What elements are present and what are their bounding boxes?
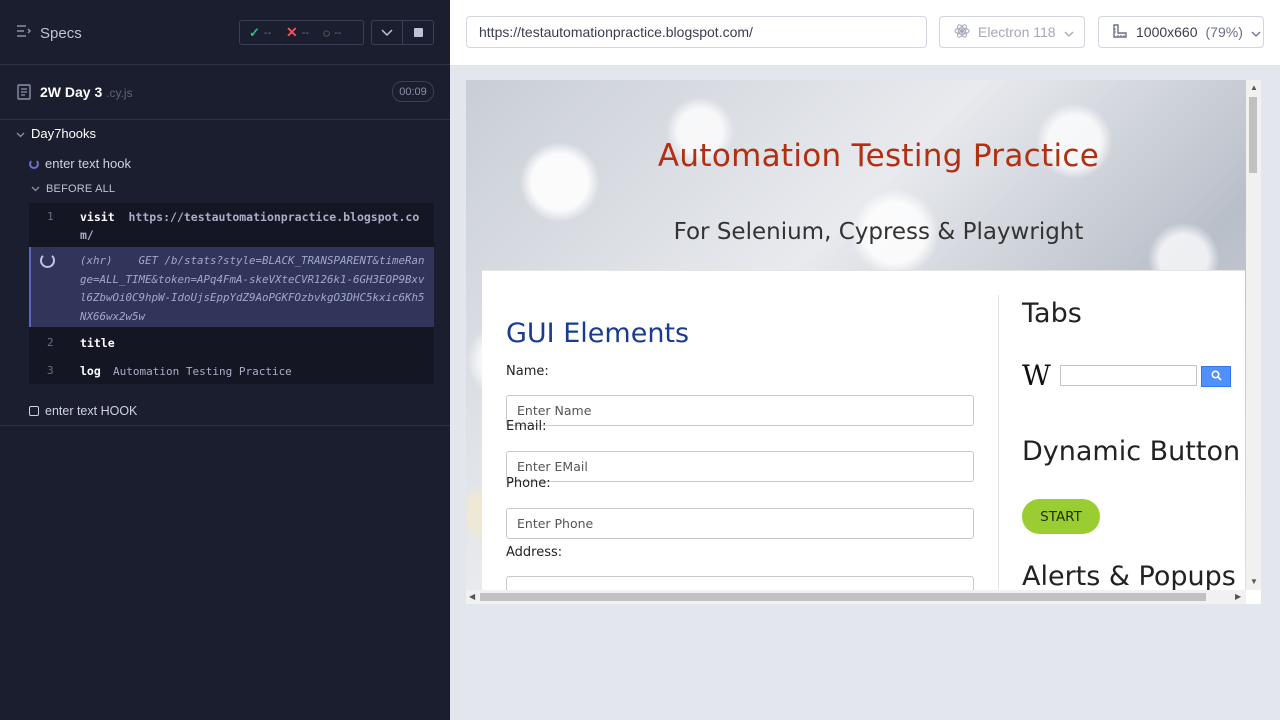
phone-input[interactable]: Enter Phone [506,508,974,539]
phone-label: Phone: [506,476,551,491]
browser-selector[interactable]: Electron 118 [939,16,1085,48]
electron-icon [954,23,970,42]
divider [0,425,450,426]
scroll-right-icon[interactable]: ▶ [1235,592,1241,601]
name-label: Name: [506,364,549,379]
suite-title[interactable]: Day7hooks [16,126,96,141]
vertical-scrollbar[interactable]: ▲ ▼ [1246,80,1261,590]
specs-button[interactable]: Specs [16,22,82,44]
xhr-type: (xhr) [80,254,113,267]
wikipedia-search-input[interactable] [1060,365,1197,386]
zoom-level: (79%) [1205,24,1243,40]
document-icon [17,84,31,105]
chevron-down-icon [381,24,393,42]
test-stats: ✓ -- ✕ -- ◌ -- [239,20,364,45]
site-title: Automation Testing Practice [657,138,1100,174]
xhr-message: GET /b/stats?style=BLACK_TRANSPARENT&tim… [80,254,425,323]
chevron-down-icon [16,126,25,141]
column-divider [998,295,999,604]
app-under-test: https://testautomationpractice.blogspot.… [450,0,1280,720]
aut-toolbar: https://testautomationpractice.blogspot.… [450,0,1280,65]
scroll-down-icon[interactable]: ▼ [1250,577,1258,586]
reporter-header: Specs ✓ -- ✕ -- ◌ -- [0,0,450,65]
ruler-icon [1112,23,1128,42]
viewport-selector[interactable]: 1000x660 (79%) [1098,16,1264,48]
hook-header[interactable]: BEFORE ALL [31,183,115,195]
collapse-button[interactable] [372,21,402,44]
dynamic-button-heading: Dynamic Button [1022,436,1241,467]
stop-button[interactable] [402,21,433,44]
wikipedia-search-button[interactable] [1201,366,1231,387]
chevron-down-icon [1251,24,1261,40]
command-name: title [80,336,115,350]
vertical-scroll-thumb[interactable] [1249,97,1257,173]
command-message: Automation Testing Practice [113,365,292,378]
spec-title: 2W Day 3 .cy.js [40,84,133,100]
passed-stat: ✓ -- [249,24,272,40]
viewport-size: 1000x660 [1136,24,1198,40]
email-label: Email: [506,419,547,434]
scroll-left-icon[interactable]: ◀ [469,592,475,601]
browser-label: Electron 118 [978,24,1056,40]
alerts-heading: Alerts & Popups [1022,561,1236,592]
search-icon [1210,368,1222,386]
test-item-pending[interactable]: enter text HOOK [29,404,137,418]
command-visit[interactable]: 1 visit https://testautomationpractice.b… [29,203,434,247]
x-icon: ✕ [286,24,298,40]
pending-stat: ◌ -- [323,25,342,40]
spec-header: 2W Day 3 .cy.js 00:09 [0,65,450,120]
test-item-running[interactable]: enter text hook [29,156,131,171]
specs-label: Specs [40,24,82,42]
tabs-heading: Tabs [1022,298,1082,329]
command-xhr[interactable]: (xhr) GET /b/stats?style=BLACK_TRANSPARE… [29,247,434,327]
command-message: https://testautomationpractice.blogspot.… [80,210,420,242]
command-log-entry[interactable]: 3 log Automation Testing Practice [29,360,434,382]
stop-icon [413,28,423,37]
command-name: log [80,364,101,378]
command-number: 1 [47,210,54,223]
spec-duration: 00:09 [392,81,434,102]
wikipedia-logo: W [1022,359,1051,392]
page-content: GUI Elements Name: Enter Name Email: Ent… [482,270,1245,604]
name-input[interactable]: Enter Name [506,395,974,426]
aut-iframe: Automation Testing Practice For Selenium… [466,80,1261,604]
email-input[interactable]: Enter EMail [506,451,974,482]
command-log: 1 visit https://testautomationpractice.b… [29,203,434,384]
url-field[interactable]: https://testautomationpractice.blogspot.… [466,16,927,48]
horizontal-scroll-thumb[interactable] [480,593,1206,601]
check-icon: ✓ [249,24,260,40]
command-name: visit [80,210,115,224]
address-label: Address: [506,545,563,560]
command-title[interactable]: 2 title [29,332,434,354]
running-spinner-icon [29,158,39,169]
gui-elements-heading: GUI Elements [506,318,690,349]
start-button[interactable]: START [1022,499,1100,534]
menu-icon [16,24,32,42]
horizontal-scrollbar[interactable]: ◀ ▶ [466,590,1246,604]
chevron-down-icon [31,183,40,195]
cypress-reporter: Specs ✓ -- ✕ -- ◌ -- 2W Day 3 .cy.js 00:09 … [0,0,450,720]
failed-stat: ✕ -- [286,24,310,40]
chevron-down-icon [1064,24,1074,40]
pending-circle-icon: ◌ [323,25,331,40]
loading-spinner-icon [40,253,55,268]
site-subtitle: For Selenium, Cypress & Playwright [673,219,1084,245]
command-number: 3 [47,364,54,377]
run-controls [371,20,434,45]
command-number: 2 [47,336,54,349]
scroll-up-icon[interactable]: ▲ [1250,83,1258,92]
pending-square-icon [29,406,39,416]
